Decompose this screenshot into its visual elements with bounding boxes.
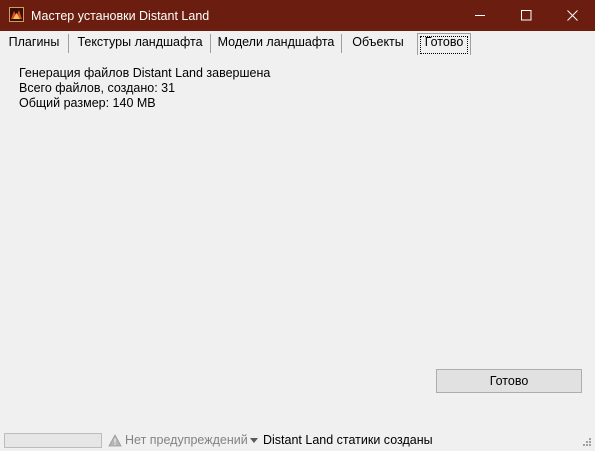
minimize-button[interactable]: [457, 0, 503, 31]
close-icon: [567, 10, 578, 21]
title-bar[interactable]: Мастер установки Distant Land: [0, 0, 595, 31]
tab-label: Объекты: [352, 35, 404, 49]
maximize-icon: [521, 10, 532, 21]
tab-plugins[interactable]: Плагины: [2, 31, 66, 55]
summary-line-status: Генерация файлов Distant Land завершена: [19, 66, 271, 80]
summary-line-total-size: Общий размер: 140 MB: [19, 96, 156, 110]
window-title: Мастер установки Distant Land: [31, 9, 210, 23]
app-icon: [9, 7, 24, 22]
status-bar: Нет предупреждений Distant Land статики …: [0, 429, 595, 451]
tab-label: Текстуры ландшафта: [77, 35, 203, 49]
summary-panel: Генерация файлов Distant Land завершена …: [19, 66, 270, 111]
tab-label: Плагины: [8, 35, 60, 49]
warning-icon: [108, 434, 122, 447]
tab-divider: [341, 34, 342, 53]
tab-done[interactable]: Готово: [417, 31, 471, 55]
status-message: Distant Land статики созданы: [263, 433, 433, 447]
maximize-button[interactable]: [503, 0, 549, 31]
tab-label: Готово: [424, 35, 464, 49]
tab-divider: [68, 34, 69, 53]
minimize-icon: [475, 15, 485, 16]
done-button[interactable]: Готово: [436, 369, 582, 393]
summary-line-file-count: Всего файлов, создано: 31: [19, 81, 176, 95]
tab-strip: Плагины Текстуры ландшафта Модели ландша…: [0, 31, 595, 55]
tab-label: Модели ландшафта: [217, 35, 335, 49]
tab-divider: [210, 34, 211, 53]
close-button[interactable]: [549, 0, 595, 31]
tab-objects[interactable]: Объекты: [343, 31, 413, 55]
resize-grip-icon[interactable]: [580, 437, 592, 449]
warnings-status[interactable]: Нет предупреждений: [125, 433, 248, 448]
installer-window: Мастер установки Distant Land Плагины Те…: [0, 0, 595, 451]
tab-landscape-models[interactable]: Модели ландшафта: [212, 31, 340, 55]
tab-landscape-textures[interactable]: Текстуры ландшафта: [70, 31, 210, 55]
dropdown-arrow-icon[interactable]: [250, 438, 258, 443]
progress-bar: [4, 433, 102, 448]
